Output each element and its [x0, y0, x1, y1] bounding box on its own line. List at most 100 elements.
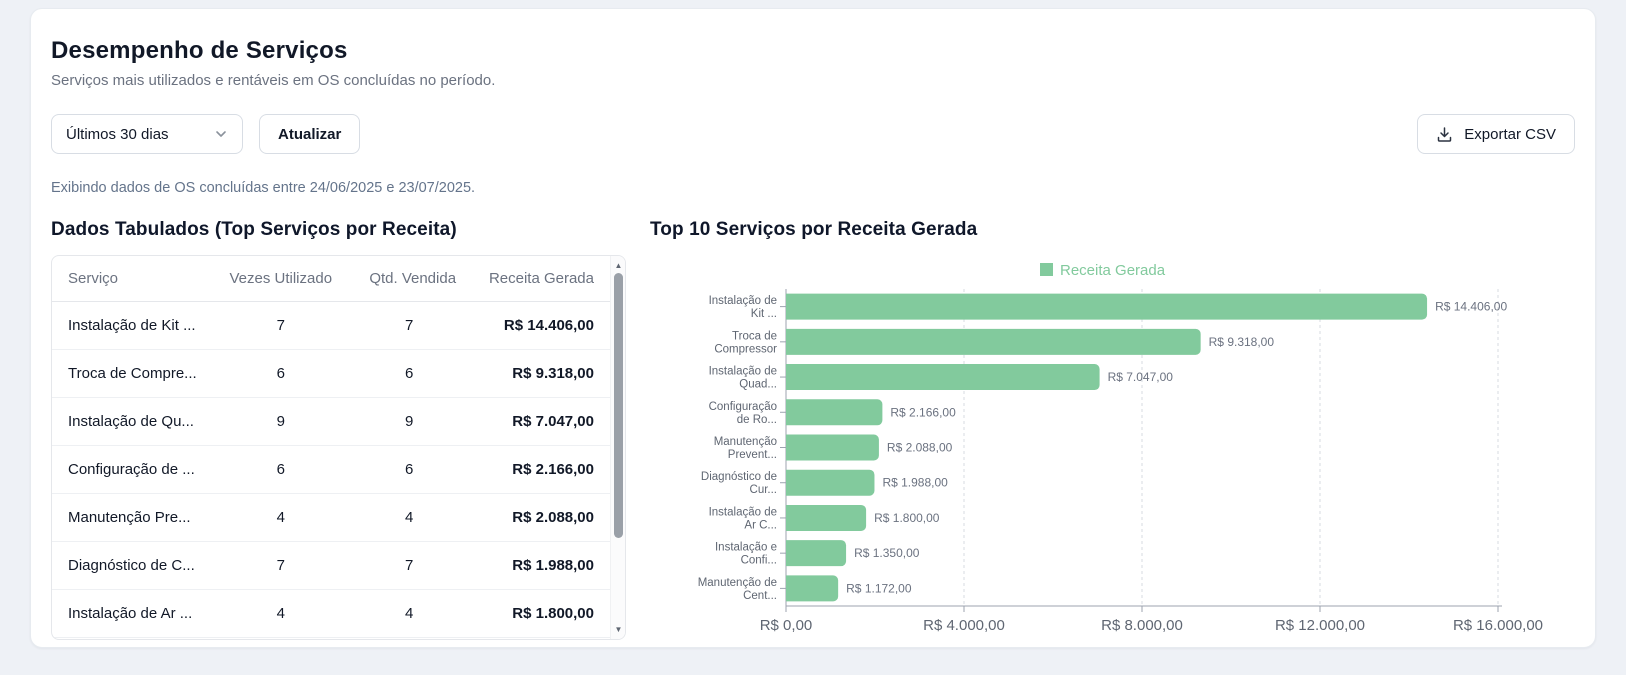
main-columns: Dados Tabulados (Top Serviços por Receit…: [51, 219, 1575, 640]
cell-servico: Configuração de ...: [52, 446, 208, 494]
bar-value-label: R$ 2.088,00: [887, 441, 953, 455]
cell-vezes: 4: [208, 494, 353, 542]
category-label-line2: Cur...: [750, 484, 777, 496]
table-row: Troca de Compre...66R$ 9.318,00: [52, 350, 610, 398]
services-table: Serviço Vezes Utilizado Qtd. Vendida Rec…: [52, 256, 610, 638]
category-label-line1: Configuração: [709, 401, 777, 413]
cell-servico: Instalação de Qu...: [52, 398, 208, 446]
period-select-value: Últimos 30 dias: [66, 126, 169, 143]
cell-receita: R$ 2.166,00: [465, 446, 610, 494]
category-label-line1: Instalação de: [709, 295, 777, 307]
bar-value-label: R$ 1.350,00: [854, 546, 920, 560]
cell-receita: R$ 2.088,00: [465, 494, 610, 542]
category-label-line1: Instalação de: [709, 366, 777, 378]
category-label-line1: Diagnóstico de: [701, 471, 777, 483]
category-label-line2: Quad...: [739, 379, 777, 391]
refresh-button[interactable]: Atualizar: [259, 114, 360, 154]
cell-qtd: 7: [353, 302, 465, 350]
bar-value-label: R$ 1.800,00: [874, 511, 940, 525]
table-container: Serviço Vezes Utilizado Qtd. Vendida Rec…: [51, 255, 626, 640]
bar-6: [786, 505, 866, 531]
bar-value-label: R$ 1.988,00: [882, 476, 948, 490]
table-row: Manutenção Pre...44R$ 2.088,00: [52, 494, 610, 542]
cell-vezes: 7: [208, 302, 353, 350]
category-label-line1: Instalação de: [709, 506, 777, 518]
x-tick-label: R$ 0,00: [760, 617, 813, 634]
bar-5: [786, 470, 874, 496]
x-tick-label: R$ 12.000,00: [1275, 617, 1365, 634]
category-label-line2: Ar C...: [744, 519, 777, 531]
chart-section-title: Top 10 Serviços por Receita Gerada: [650, 219, 1575, 241]
cell-receita: R$ 7.047,00: [465, 398, 610, 446]
cell-vezes: 9: [208, 398, 353, 446]
cell-servico: Instalação de Kit ...: [52, 302, 208, 350]
cell-qtd: 6: [353, 350, 465, 398]
download-icon: [1436, 126, 1453, 143]
category-label-line2: Kit ...: [751, 308, 777, 320]
cell-qtd: 4: [353, 494, 465, 542]
cell-vezes: 7: [208, 542, 353, 590]
table-header: Serviço Vezes Utilizado Qtd. Vendida Rec…: [52, 256, 610, 302]
table-row: Instalação de Ar ...44R$ 1.800,00: [52, 590, 610, 638]
column-header-qtd-vendida: Qtd. Vendida: [353, 256, 465, 302]
table-section-title: Dados Tabulados (Top Serviços por Receit…: [51, 219, 626, 241]
x-tick-label: R$ 16.000,00: [1453, 617, 1543, 634]
legend-label: Receita Gerada: [1060, 262, 1166, 279]
export-csv-button[interactable]: Exportar CSV: [1417, 114, 1575, 154]
bar-chart: Receita GeradaR$ 0,00R$ 4.000,00R$ 8.000…: [650, 254, 1575, 636]
cell-receita: R$ 9.318,00: [465, 350, 610, 398]
table-row: Instalação de Kit ...77R$ 14.406,00: [52, 302, 610, 350]
service-performance-card: Desempenho de Serviços Serviços mais uti…: [30, 8, 1596, 648]
scrollbar-up-arrow[interactable]: ▲: [611, 258, 626, 273]
bar-value-label: R$ 9.318,00: [1209, 335, 1275, 349]
cell-qtd: 7: [353, 542, 465, 590]
cell-servico: Troca de Compre...: [52, 350, 208, 398]
cell-receita: R$ 1.800,00: [465, 590, 610, 638]
chevron-down-icon: [214, 127, 228, 141]
status-text: Exibindo dados de OS concluídas entre 24…: [51, 180, 1575, 196]
cell-receita: R$ 14.406,00: [465, 302, 610, 350]
bar-value-label: R$ 7.047,00: [1108, 370, 1174, 384]
bar-value-label: R$ 1.172,00: [846, 581, 912, 595]
cell-qtd: 4: [353, 590, 465, 638]
bar-3: [786, 399, 882, 425]
bar-4: [786, 435, 879, 461]
bar-8: [786, 575, 838, 601]
bar-0: [786, 294, 1427, 320]
column-header-vezes-utilizado: Vezes Utilizado: [208, 256, 353, 302]
cell-servico: Instalação de Ar ...: [52, 590, 208, 638]
bar-2: [786, 364, 1100, 390]
bar-1: [786, 329, 1201, 355]
table-scrollbar[interactable]: ▲ ▼: [610, 256, 625, 639]
cell-vezes: 4: [208, 590, 353, 638]
cell-qtd: 6: [353, 446, 465, 494]
category-label-line2: Confi...: [741, 555, 777, 567]
category-label-line1: Instalação e: [715, 542, 777, 554]
page-title: Desempenho de Serviços: [51, 37, 1575, 65]
x-tick-label: R$ 8.000,00: [1101, 617, 1183, 634]
category-label-line1: Manutenção: [714, 436, 777, 448]
scrollbar-thumb[interactable]: [614, 273, 623, 538]
cell-vezes: 6: [208, 350, 353, 398]
export-csv-label: Exportar CSV: [1464, 126, 1556, 143]
column-header-receita-gerada: Receita Gerada: [465, 256, 610, 302]
table-row: Instalação de Qu...99R$ 7.047,00: [52, 398, 610, 446]
category-label-line2: Cent...: [743, 590, 777, 602]
refresh-button-label: Atualizar: [278, 126, 341, 143]
cell-vezes: 6: [208, 446, 353, 494]
scrollbar-down-arrow[interactable]: ▼: [611, 622, 626, 637]
cell-servico: Manutenção Pre...: [52, 494, 208, 542]
category-label-line2: Compressor: [714, 343, 777, 355]
table-row: Diagnóstico de C...77R$ 1.988,00: [52, 542, 610, 590]
page-subtitle: Serviços mais utilizados e rentáveis em …: [51, 72, 1575, 89]
controls-row: Últimos 30 dias Atualizar Exportar CSV: [51, 114, 1575, 154]
column-header-servico: Serviço: [52, 256, 208, 302]
category-label-line2: Prevent...: [728, 449, 777, 461]
period-select[interactable]: Últimos 30 dias: [51, 114, 243, 154]
bar-7: [786, 540, 846, 566]
table-body: Instalação de Kit ...77R$ 14.406,00Troca…: [52, 302, 610, 638]
cell-receita: R$ 1.988,00: [465, 542, 610, 590]
cell-qtd: 9: [353, 398, 465, 446]
bar-value-label: R$ 14.406,00: [1435, 300, 1507, 314]
bar-chart-svg: Receita GeradaR$ 0,00R$ 4.000,00R$ 8.000…: [650, 254, 1566, 636]
